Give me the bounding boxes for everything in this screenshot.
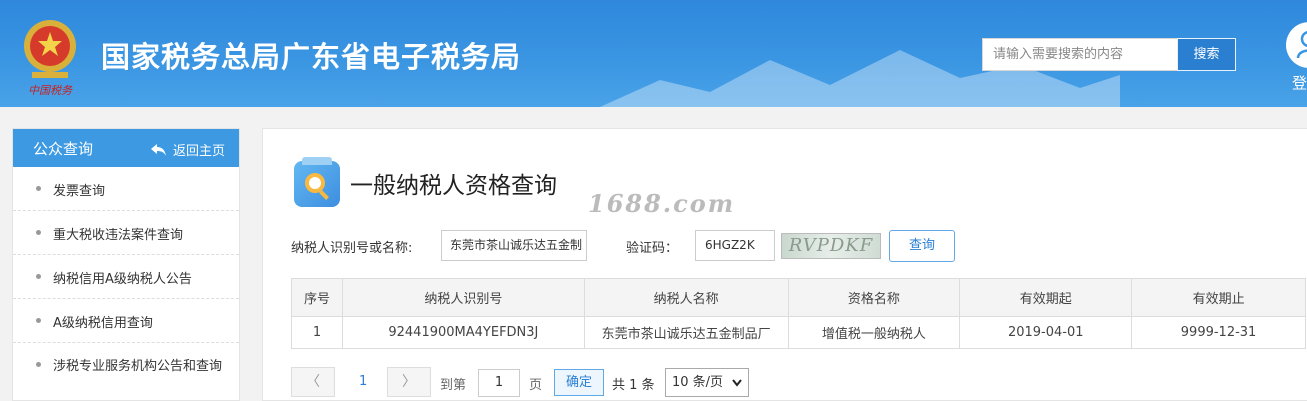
chevron-down-icon (732, 379, 742, 387)
search-button[interactable]: 搜索 (1177, 38, 1236, 71)
sidebar-item-tax-service-agency[interactable]: 涉税专业服务机构公告和查询 (13, 343, 239, 401)
sidebar-item-invoice-query[interactable]: 发票查询 (13, 167, 239, 211)
taxpayer-input[interactable]: 东莞市茶山诚乐达五金制 (441, 230, 587, 261)
goto-page-input[interactable]: 1 (478, 369, 520, 397)
col-header: 序号 (291, 278, 343, 317)
table-cell: 1 (291, 316, 343, 349)
sidebar-item-label: A级纳税信用查询 (53, 316, 153, 331)
sidebar-item-label: 涉税专业服务机构公告和查询 (53, 359, 223, 374)
table-cell: 9999-12-31 (1131, 316, 1306, 349)
goto-confirm-button[interactable]: 确定 (554, 369, 604, 396)
login-link[interactable]: 登 (1292, 72, 1307, 93)
user-icon (1296, 30, 1307, 59)
table-cell: 92441900MA4YEFDN3J (341, 316, 585, 349)
col-header: 纳税人名称 (583, 278, 789, 317)
emblem-text: 中国税务 (28, 84, 73, 97)
user-avatar-button[interactable] (1286, 22, 1307, 68)
col-header: 有效期起 (959, 278, 1133, 317)
sidebar-item-label: 发票查询 (53, 184, 106, 199)
back-arrow-icon (150, 143, 166, 156)
goto-label: 到第 (440, 378, 467, 393)
main-panel: 一般纳税人资格查询 1688.com 纳税人识别号或名称: 东莞市茶山诚乐达五金… (262, 128, 1307, 401)
sidebar-item-tax-violation-query[interactable]: 重大税收违法案件查询 (13, 211, 239, 255)
bullet-icon (36, 318, 41, 323)
sidebar-item-label: 纳税信用A级纳税人公告 (53, 272, 192, 287)
back-home-link[interactable]: 返回主页 (150, 140, 225, 159)
bullet-icon (36, 362, 41, 367)
result-table: 序号 纳税人识别号 纳税人名称 资格名称 有效期起 有效期止 1 9244190… (291, 278, 1306, 349)
watermark: 1688.com (588, 189, 736, 218)
page-size-select[interactable]: 10 条/页 (665, 368, 749, 397)
search-input[interactable]: 请输入需要搜索的内容 (982, 38, 1178, 71)
sidebar: 公众查询 返回主页 发票查询 重大税收违法案件查询 纳税信用A级纳税人公告 A级… (12, 128, 240, 401)
sidebar-title: 公众查询 (33, 140, 94, 158)
col-header: 资格名称 (787, 278, 961, 317)
national-emblem-logo: 中国税务 (18, 12, 82, 100)
captcha-input[interactable]: 6HGZ2K (695, 230, 775, 261)
table-header-row: 序号 纳税人识别号 纳税人名称 资格名称 有效期起 有效期止 (291, 278, 1306, 317)
taxpayer-label: 纳税人识别号或名称: (291, 241, 413, 256)
current-page-number[interactable]: 1 (359, 374, 367, 389)
captcha-image[interactable]: RVPDKF (781, 233, 881, 259)
bullet-icon (36, 186, 41, 191)
total-count: 共 1 条 (612, 378, 655, 393)
table-cell: 东莞市茶山诚乐达五金制品厂 (583, 316, 789, 349)
col-header: 有效期止 (1131, 278, 1306, 317)
site-title: 国家税务总局广东省电子税务局 (101, 40, 522, 74)
next-page-button[interactable]: 〉 (387, 367, 431, 397)
site-header: 中国税务 国家税务总局广东省电子税务局 请输入需要搜索的内容 搜索 登 (0, 0, 1307, 107)
back-home-label: 返回主页 (172, 144, 225, 159)
page-unit-label: 页 (529, 378, 543, 393)
bullet-icon (36, 274, 41, 279)
search-document-icon (294, 157, 340, 207)
sidebar-item-a-credit-query[interactable]: A级纳税信用查询 (13, 299, 239, 343)
page-size-value: 10 条/页 (672, 375, 724, 390)
table-cell: 2019-04-01 (959, 316, 1133, 349)
prev-page-button[interactable]: 〈 (291, 367, 335, 397)
col-header: 纳税人识别号 (341, 278, 585, 317)
bullet-icon (36, 230, 41, 235)
sidebar-item-label: 重大税收违法案件查询 (53, 228, 184, 243)
sidebar-header: 公众查询 返回主页 (13, 129, 239, 167)
table-row: 1 92441900MA4YEFDN3J 东莞市茶山诚乐达五金制品厂 增值税一般… (291, 316, 1306, 349)
page-title: 一般纳税人资格查询 (350, 173, 557, 199)
table-cell: 增值税一般纳税人 (787, 316, 961, 349)
sidebar-item-a-credit-notice[interactable]: 纳税信用A级纳税人公告 (13, 255, 239, 299)
query-button[interactable]: 查询 (889, 230, 955, 262)
captcha-label: 验证码： (626, 241, 679, 256)
